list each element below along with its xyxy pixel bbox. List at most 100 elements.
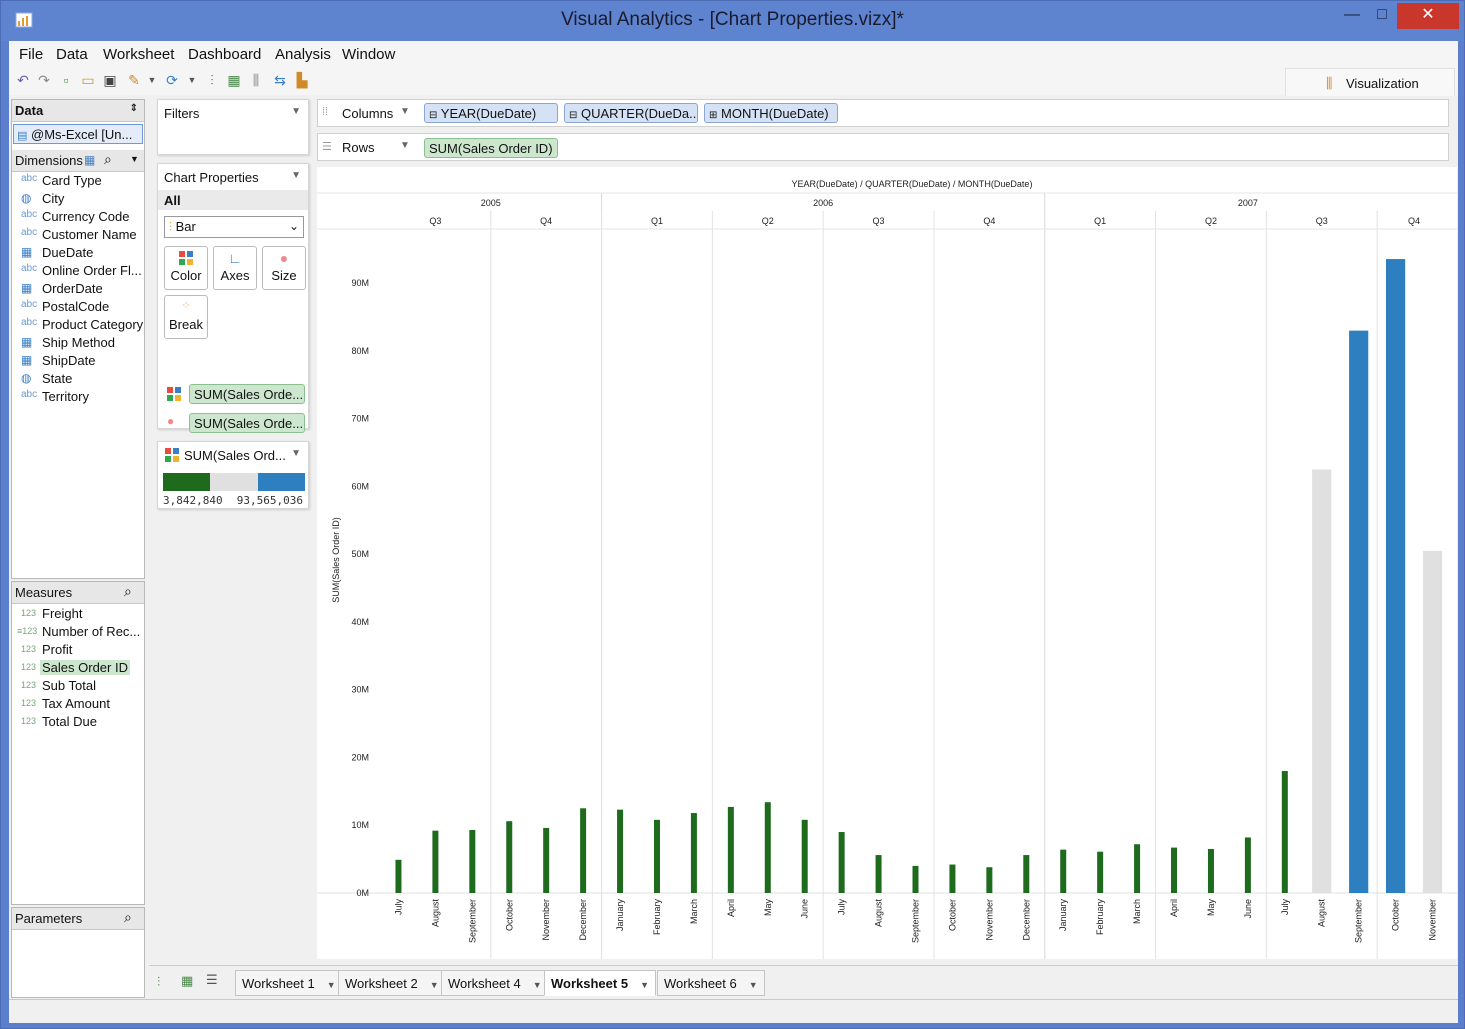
measure-item[interactable]: ≡123 Number of Rec... <box>12 624 144 642</box>
columns-dropdown-icon[interactable]: ▼ <box>400 106 410 117</box>
x-tick-label: September <box>1354 899 1364 943</box>
rows-dropdown-icon[interactable]: ▼ <box>400 140 410 151</box>
refresh-icon[interactable]: ⟳ <box>163 71 181 89</box>
measure-item[interactable]: 123 Total Due <box>12 714 144 732</box>
new-dashboard-tab-icon[interactable]: ▦ <box>181 973 193 989</box>
measures-search-icon[interactable]: ⌕ <box>124 583 132 600</box>
tab-dropdown-icon[interactable]: ▼ <box>327 980 336 990</box>
chart-icon[interactable]: ⫼ <box>247 71 265 89</box>
dimension-item[interactable]: ◍ City <box>12 191 144 209</box>
y-tick-label: 90M <box>351 278 369 288</box>
string-field-icon: abc <box>21 173 38 184</box>
minimize-button[interactable]: — <box>1335 3 1369 29</box>
measure-item[interactable]: 123 Profit <box>12 642 144 660</box>
dimension-item[interactable]: ▦ ShipDate <box>12 353 144 371</box>
x-tick-label: July <box>1280 899 1290 916</box>
redo-icon[interactable]: ↷ <box>35 71 53 89</box>
axes-button[interactable]: ∟ Axes <box>213 246 257 290</box>
tab-dropdown-icon[interactable]: ▼ <box>533 980 542 990</box>
measure-item[interactable]: 123 Tax Amount <box>12 696 144 714</box>
menu-data[interactable]: Data <box>56 46 88 63</box>
filters-dropdown-icon[interactable]: ▼ <box>291 106 301 117</box>
undo-icon[interactable]: ↶ <box>14 71 32 89</box>
new-file-icon[interactable]: ▫ <box>57 71 75 89</box>
new-dashboard-icon[interactable]: ▦ <box>225 71 243 89</box>
sheet-list-icon[interactable]: ☰ <box>206 972 218 988</box>
menu-analysis[interactable]: Analysis <box>275 46 331 63</box>
dimension-item[interactable]: abc PostalCode <box>12 299 144 317</box>
rows-pill-sum-sales-order-id[interactable]: SUM(Sales Order ID) <box>424 138 558 158</box>
search-icon[interactable]: ⌕ <box>104 151 112 168</box>
dimensions-dropdown-icon[interactable]: ▼ <box>130 154 139 164</box>
dimension-item[interactable]: abc Territory <box>12 389 144 407</box>
all-marks-label[interactable]: All <box>158 190 308 210</box>
dimension-item[interactable]: abc Currency Code <box>12 209 144 227</box>
legend-title: SUM(Sales Ord... <box>184 448 286 463</box>
columns-pill-year[interactable]: ⊟ YEAR(DueDate) <box>424 103 558 123</box>
menu-window[interactable]: Window <box>342 46 395 63</box>
tab-worksheet-2[interactable]: Worksheet 2 ▼ <box>338 970 446 996</box>
dimension-item[interactable]: abc Customer Name <box>12 227 144 245</box>
size-measure-pill[interactable]: SUM(Sales Orde... <box>189 413 305 433</box>
dimension-item[interactable]: ▦ OrderDate <box>12 281 144 299</box>
refresh-dropdown-icon[interactable]: ▼ <box>183 71 201 89</box>
measures-title: Measures <box>15 585 73 600</box>
tab-worksheet-5[interactable]: Worksheet 5 ▼ <box>544 970 656 996</box>
tab-dropdown-icon[interactable]: ▼ <box>430 980 439 990</box>
legend-dropdown-icon[interactable]: ▼ <box>291 448 301 459</box>
sort-icon[interactable]: ▙ <box>293 71 311 89</box>
menu-worksheet[interactable]: Worksheet <box>103 46 174 63</box>
bar <box>949 864 956 893</box>
data-source-dropdown-icon[interactable]: ▼ <box>143 71 161 89</box>
dimension-item[interactable]: ▦ Ship Method <box>12 335 144 353</box>
filters-card[interactable]: Filters ▼ <box>157 99 309 155</box>
measure-item[interactable]: 123 Sub Total <box>12 678 144 696</box>
close-button[interactable]: ✕ <box>1397 3 1459 29</box>
new-worksheet-icon[interactable]: ⫶ <box>203 71 221 89</box>
data-panel-title: Data <box>15 103 44 118</box>
save-icon[interactable]: ▣ <box>101 71 119 89</box>
color-button[interactable]: Color <box>164 246 208 290</box>
break-button[interactable]: ⁘ Break <box>164 295 208 339</box>
data-source-icon[interactable]: ✎ <box>125 71 143 89</box>
columns-pill-month[interactable]: ⊞ MONTH(DueDate) <box>704 103 838 123</box>
collapse-icon: ⊟ <box>569 110 578 121</box>
bar <box>1097 851 1104 893</box>
x-tick-label: February <box>1095 899 1105 936</box>
new-worksheet-tab-icon[interactable]: ⫶ <box>157 974 160 990</box>
maximize-button[interactable]: □ <box>1365 3 1399 29</box>
menu-file[interactable]: File <box>19 46 43 63</box>
tab-dropdown-icon[interactable]: ▼ <box>640 980 649 990</box>
bar <box>1134 844 1141 893</box>
dimension-item[interactable]: ◍ State <box>12 371 144 389</box>
color-measure-pill[interactable]: SUM(Sales Orde... <box>189 384 305 404</box>
calendar-icon: ▦ <box>21 281 33 295</box>
title-bar[interactable]: Visual Analytics - [Chart Properties.viz… <box>1 1 1464 41</box>
parameters-search-icon[interactable]: ⌕ <box>124 909 132 926</box>
measure-item[interactable]: 123 Freight <box>12 606 144 624</box>
sort-arrows-icon[interactable]: ⇕ <box>130 103 138 114</box>
dimension-item[interactable]: abc Online Order Fl... <box>12 263 144 281</box>
table-view-icon[interactable]: ▦ <box>84 153 95 167</box>
size-button[interactable]: ● Size <box>262 246 306 290</box>
tab-worksheet-4[interactable]: Worksheet 4 ▼ <box>441 970 549 996</box>
chart-properties-dropdown-icon[interactable]: ▼ <box>291 170 301 181</box>
y-tick-label: 80M <box>351 346 369 356</box>
tab-worksheet-1[interactable]: Worksheet 1 ▼ <box>235 970 343 996</box>
mark-type-select[interactable]: ⫶ Bar ⌄ <box>164 216 304 238</box>
columns-pill-quarter[interactable]: ⊟ QUARTER(DueDa... <box>564 103 698 123</box>
dimension-item[interactable]: abc Product Category <box>12 317 144 335</box>
dimension-item[interactable]: ▦ DueDate <box>12 245 144 263</box>
x-tick-label: April <box>1169 899 1179 917</box>
swap-icon[interactable]: ⇆ <box>271 71 289 89</box>
open-folder-icon[interactable]: ▭ <box>79 71 97 89</box>
data-source-item[interactable]: ▤ @Ms-Excel [Un... <box>13 124 143 144</box>
measure-item[interactable]: 123 Sales Order ID <box>12 660 144 678</box>
tab-dropdown-icon[interactable]: ▼ <box>749 980 758 990</box>
tab-worksheet-6[interactable]: Worksheet 6 ▼ <box>657 970 765 996</box>
menu-bar: File Data Worksheet Dashboard Analysis W… <box>9 41 1458 67</box>
menu-dashboard[interactable]: Dashboard <box>188 46 261 63</box>
visualization-tab[interactable]: ⫼ Visualization <box>1285 68 1455 96</box>
parameters-header: Parameters ⌕ <box>12 908 144 930</box>
dimension-item[interactable]: abc Card Type <box>12 173 144 191</box>
